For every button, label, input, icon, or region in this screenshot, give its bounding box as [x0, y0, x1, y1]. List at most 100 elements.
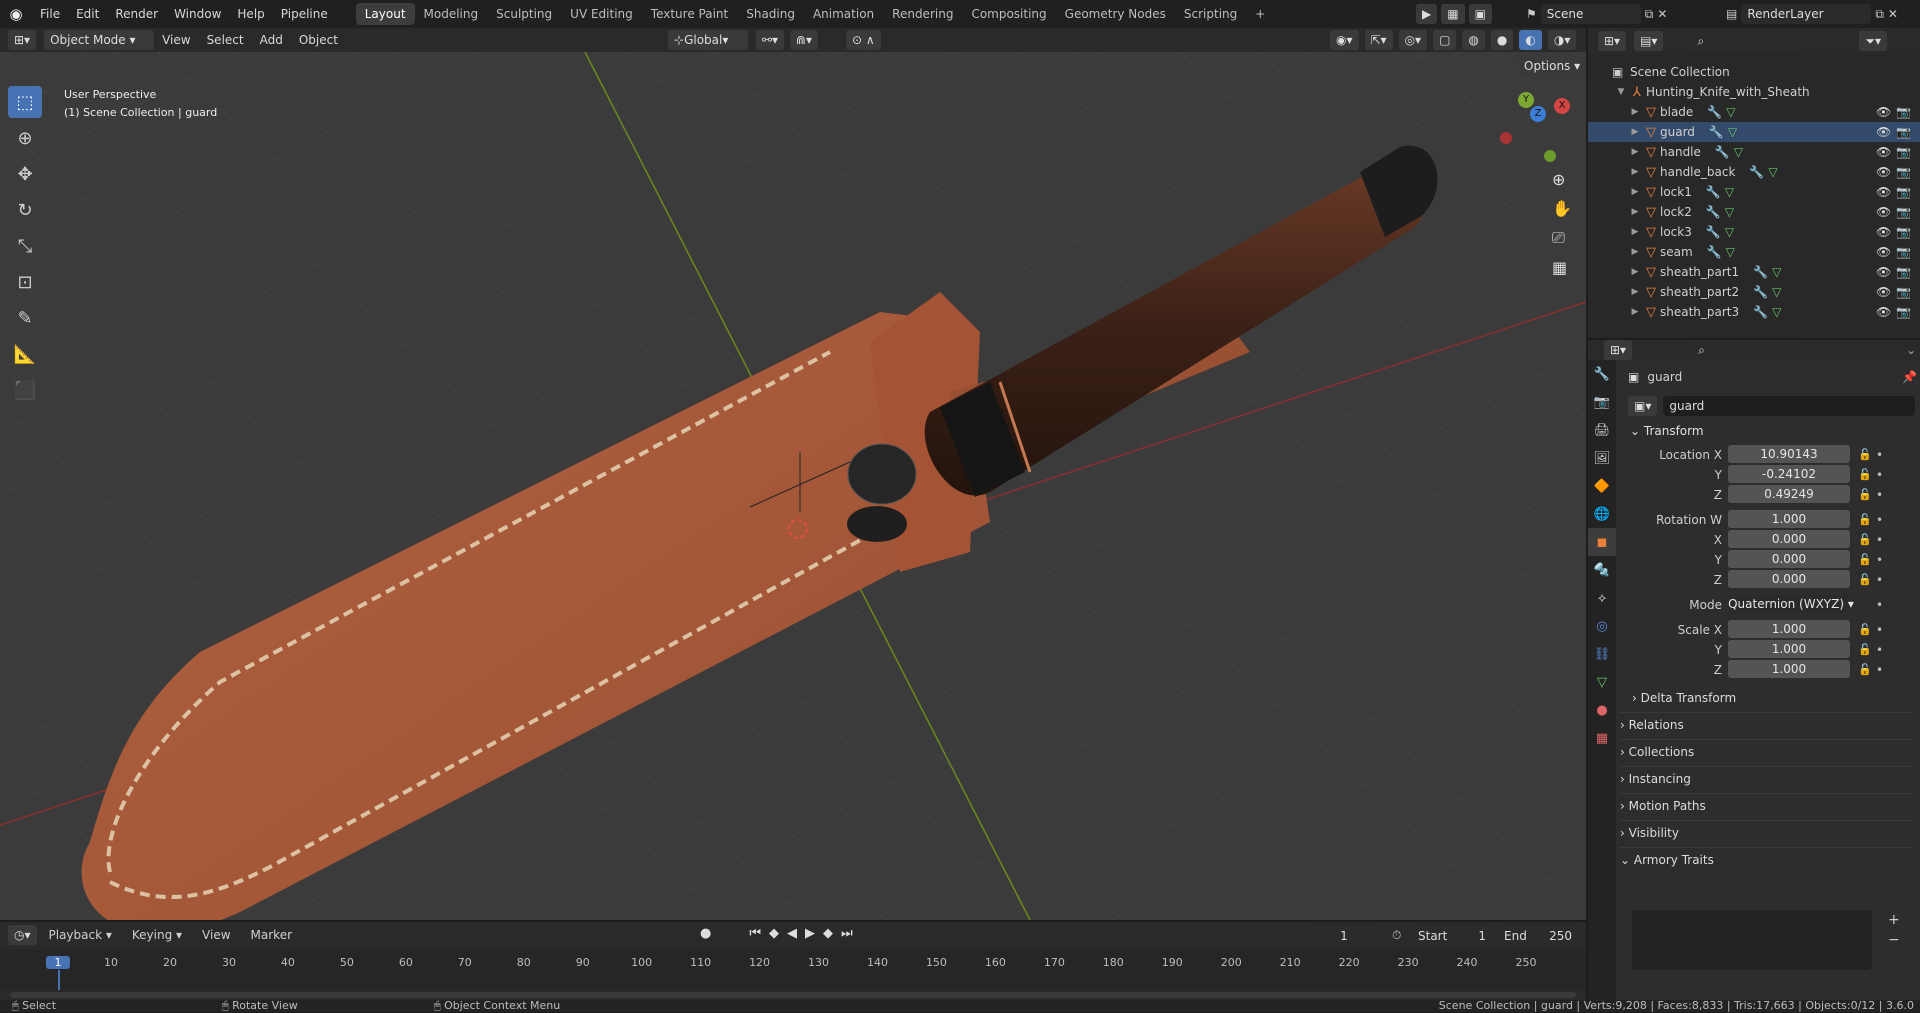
lock-icon[interactable]: 🔓: [1858, 485, 1872, 505]
gizmo-neg-y-icon[interactable]: [1544, 150, 1556, 162]
current-frame-field[interactable]: 1: [1308, 926, 1380, 946]
blender-logo-icon[interactable]: ◉: [0, 5, 32, 23]
outliner-row-handle_back[interactable]: ▶ ▽ handle_back 🔧 ▽ 👁 📷: [1588, 162, 1920, 182]
lock-icon[interactable]: 🔓: [1858, 530, 1872, 550]
view-layer-tab-icon[interactable]: 🖼: [1588, 444, 1616, 472]
visibility-eye-icon[interactable]: 👁: [1876, 285, 1891, 299]
lock-icon[interactable]: 🔓: [1858, 660, 1872, 680]
playhead-line[interactable]: [58, 970, 60, 990]
delete-renderlayer-icon[interactable]: ✕: [1888, 7, 1898, 21]
snap-icon[interactable]: ⋒▾: [790, 30, 819, 50]
scale-y-field[interactable]: 1.000: [1728, 640, 1850, 658]
tab-scripting[interactable]: Scripting: [1175, 3, 1246, 25]
cursor-tool-icon[interactable]: ⊕: [8, 122, 42, 154]
modifier-icon[interactable]: 🔧: [1753, 305, 1768, 319]
modifier-icon[interactable]: 🔧: [1706, 225, 1721, 239]
lock-icon[interactable]: 🔓: [1858, 510, 1872, 530]
expand-arrow-icon[interactable]: ▶: [1628, 207, 1642, 217]
modifier-icon[interactable]: 🔧: [1706, 185, 1721, 199]
auto-keying-icon[interactable]: ●: [700, 926, 711, 941]
jump-start-icon[interactable]: ⏮: [749, 926, 761, 941]
pin-icon[interactable]: 📌: [1902, 370, 1917, 384]
render-camera-icon[interactable]: 📷: [1896, 185, 1911, 199]
visibility-eye-icon[interactable]: 👁: [1876, 105, 1891, 119]
remove-trait-icon[interactable]: −: [1888, 930, 1900, 950]
outliner-row-guard[interactable]: ▶ ▽ guard 🔧 ▽ 👁 📷: [1588, 122, 1920, 142]
new-renderlayer-icon[interactable]: ⧉: [1875, 7, 1884, 22]
editor-type-icon[interactable]: ⊞▾: [8, 30, 37, 50]
rotation-z-field[interactable]: 0.000: [1728, 570, 1850, 588]
end-frame-field[interactable]: End 250: [1498, 926, 1578, 946]
wireframe-shading-icon[interactable]: ◍: [1462, 30, 1485, 50]
keyframe-dot-icon[interactable]: •: [1876, 620, 1883, 640]
viewport-scene[interactable]: [0, 52, 1586, 920]
props-editor-type-icon[interactable]: ⊞▾: [1604, 340, 1633, 360]
visibility-eye-icon[interactable]: 👁: [1876, 265, 1891, 279]
material-shading-icon[interactable]: ◐: [1519, 30, 1542, 50]
start-frame-field[interactable]: Start 1: [1412, 926, 1492, 946]
keyframe-dot-icon[interactable]: •: [1876, 530, 1883, 550]
render-camera-icon[interactable]: 📷: [1896, 305, 1911, 319]
transform-panel-header[interactable]: ⌄ Transform: [1630, 424, 1704, 438]
gizmo-x-icon[interactable]: X: [1554, 98, 1570, 114]
location-x-field[interactable]: 10.90143: [1728, 445, 1850, 463]
modifier-tab-icon[interactable]: 🔩: [1588, 556, 1616, 584]
render-camera-icon[interactable]: 📷: [1896, 265, 1911, 279]
gizmo-neg-x-icon[interactable]: [1500, 132, 1512, 144]
outliner-row-handle[interactable]: ▶ ▽ handle 🔧 ▽ 👁 📷: [1588, 142, 1920, 162]
mesh-data-icon[interactable]: ▽: [1734, 145, 1743, 159]
menu-render[interactable]: Render: [107, 0, 166, 28]
modifier-icon[interactable]: 🔧: [1753, 265, 1768, 279]
timeline-ruler[interactable]: 1 10 20 30 40 50 60 70 80 90 100 110 120 130 140 150 160…: [0, 950, 1586, 990]
props-search-icon[interactable]: ⌕: [1692, 340, 1803, 360]
mesh-data-icon[interactable]: ▽: [1772, 285, 1781, 299]
modifier-icon[interactable]: 🔧: [1706, 205, 1721, 219]
data-tab-icon[interactable]: ▽: [1588, 668, 1616, 696]
select-box-icon[interactable]: ⬚: [8, 86, 42, 118]
keyframe-dot-icon[interactable]: •: [1876, 660, 1883, 680]
mesh-data-icon[interactable]: ▽: [1725, 225, 1734, 239]
expand-arrow-icon[interactable]: ▼: [1614, 87, 1628, 97]
expand-arrow-icon[interactable]: ▶: [1628, 227, 1642, 237]
tab-compositing[interactable]: Compositing: [962, 3, 1055, 25]
3d-viewport[interactable]: User Perspective (1) Scene Collection | …: [0, 52, 1586, 920]
render-camera-icon[interactable]: 📷: [1896, 105, 1911, 119]
material-tab-icon[interactable]: ●: [1588, 696, 1616, 724]
mesh-data-icon[interactable]: ▽: [1725, 205, 1734, 219]
add-cube-tool-icon[interactable]: ⬛: [8, 374, 42, 406]
world-tab-icon[interactable]: 🌐: [1588, 500, 1616, 528]
tab-layout[interactable]: Layout: [355, 3, 415, 25]
tab-rendering[interactable]: Rendering: [883, 3, 962, 25]
prev-keyframe-icon[interactable]: ◆: [769, 926, 779, 941]
keyframe-dot-icon[interactable]: •: [1876, 445, 1883, 465]
rotate-tool-icon[interactable]: ↻: [8, 194, 42, 226]
camera-view-icon[interactable]: ⎚: [1552, 228, 1572, 248]
visibility-eye-icon[interactable]: 👁: [1876, 165, 1891, 179]
particles-tab-icon[interactable]: ⟡: [1588, 584, 1616, 612]
visibility-eye-icon[interactable]: 👁: [1876, 145, 1891, 159]
expand-arrow-icon[interactable]: ▶: [1628, 187, 1642, 197]
tab-geometry-nodes[interactable]: Geometry Nodes: [1056, 3, 1175, 25]
render-camera-icon[interactable]: 📷: [1896, 205, 1911, 219]
menu-view[interactable]: View: [154, 33, 198, 47]
menu-playback[interactable]: Playback ▾: [41, 928, 120, 942]
traits-list[interactable]: [1632, 910, 1872, 970]
measure-tool-icon[interactable]: 📐: [8, 338, 42, 370]
lock-icon[interactable]: 🔓: [1858, 550, 1872, 570]
menu-marker[interactable]: Marker: [243, 928, 300, 942]
scene-tab-icon[interactable]: 🔶: [1588, 472, 1616, 500]
gizmo-z-icon[interactable]: Z: [1530, 106, 1546, 122]
move-tool-icon[interactable]: ✥: [8, 158, 42, 190]
visibility-eye-icon[interactable]: 👁: [1876, 245, 1891, 259]
mesh-data-icon[interactable]: ▽: [1726, 105, 1735, 119]
pivot-icon[interactable]: ⚯▾: [756, 30, 785, 50]
expand-arrow-icon[interactable]: ▶: [1628, 267, 1642, 277]
rotation-y-field[interactable]: 0.000: [1728, 550, 1850, 568]
outliner-row-lock3[interactable]: ▶ ▽ lock3 🔧 ▽ 👁 📷: [1588, 222, 1920, 242]
object-tab-icon[interactable]: ◼: [1588, 528, 1616, 556]
tab-sculpting[interactable]: Sculpting: [487, 3, 561, 25]
tab-texture-paint[interactable]: Texture Paint: [642, 3, 737, 25]
tab-shading[interactable]: Shading: [737, 3, 804, 25]
instancing-panel[interactable]: › Instancing: [1620, 766, 1912, 790]
output-tab-icon[interactable]: 🖨: [1588, 416, 1616, 444]
